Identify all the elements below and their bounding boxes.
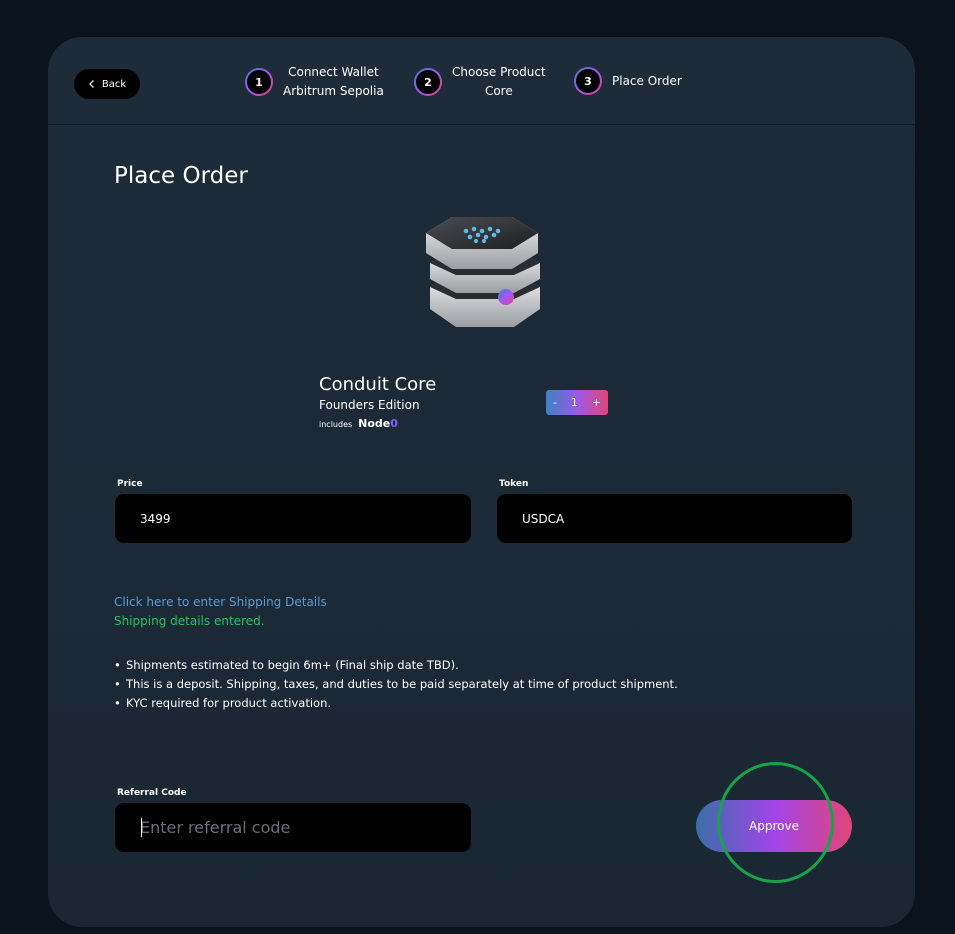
quantity-stepper: - 1 +: [546, 390, 608, 415]
step-connect-wallet: 1 Connect Wallet Arbitrum Sepolia: [245, 63, 384, 101]
progress-header: Back 1 Connect Wallet Arbitrum Sepolia 2…: [48, 37, 915, 125]
chevron-left-icon: [89, 80, 94, 88]
product-includes: includes Node0: [319, 417, 398, 430]
approve-button[interactable]: Approve: [696, 800, 852, 852]
node-brand-name: Node: [358, 417, 391, 430]
node-brand-suffix: 0: [390, 417, 398, 430]
step-choose-product: 2 Choose Product Core: [414, 63, 546, 101]
text-cursor: [141, 818, 142, 837]
node-brand: Node0: [358, 417, 398, 430]
quantity-decrement-button[interactable]: -: [553, 396, 557, 409]
back-button[interactable]: Back: [74, 69, 140, 99]
page-title: Place Order: [114, 163, 248, 189]
note-item: Shipments estimated to begin 6m+ (Final …: [114, 656, 678, 675]
referral-label: Referral Code: [117, 788, 187, 798]
step-3-title: Place Order: [612, 73, 682, 88]
step-1-subtitle: Arbitrum Sepolia: [283, 84, 384, 98]
order-notes: Shipments estimated to begin 6m+ (Final …: [114, 656, 678, 713]
step-number-3: 3: [574, 67, 602, 95]
quantity-value: 1: [570, 396, 578, 409]
token-label: Token: [499, 479, 529, 489]
shipping-details-link[interactable]: Click here to enter Shipping Details: [114, 595, 327, 609]
back-label: Back: [101, 78, 127, 90]
note-item: KYC required for product activation.: [114, 694, 678, 713]
price-label: Price: [117, 479, 143, 489]
order-card: Back 1 Connect Wallet Arbitrum Sepolia 2…: [48, 37, 915, 927]
step-number-2: 2: [414, 68, 442, 96]
step-number-1: 1: [245, 68, 273, 96]
step-2-title: Choose Product: [452, 65, 546, 79]
step-2-subtitle: Core: [484, 84, 513, 98]
product-image: [426, 217, 540, 327]
product-name: Conduit Core: [319, 374, 437, 395]
token-field[interactable]: USDCA: [497, 494, 852, 543]
referral-code-input[interactable]: [115, 803, 471, 852]
step-place-order: 3 Place Order: [574, 67, 682, 95]
shipping-status: Shipping details entered.: [114, 614, 265, 628]
step-1-title: Connect Wallet: [288, 65, 379, 79]
product-edition: Founders Edition: [319, 398, 420, 412]
includes-label: includes: [319, 420, 353, 429]
note-item: This is a deposit. Shipping, taxes, and …: [114, 675, 678, 694]
price-field[interactable]: 3499: [115, 494, 471, 543]
quantity-increment-button[interactable]: +: [592, 396, 601, 409]
